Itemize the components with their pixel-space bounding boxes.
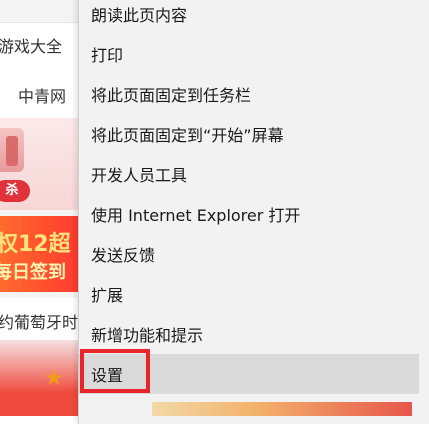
- menu-item-send-feedback[interactable]: 发送反馈: [79, 234, 419, 274]
- menu-item-label: 发送反馈: [91, 246, 156, 265]
- news-row[interactable]: 约葡萄牙时: [0, 298, 80, 340]
- games-link[interactable]: 游戏大全: [0, 33, 62, 57]
- menu-item-label: 新增功能和提示: [91, 326, 204, 345]
- menu-item-label: 开发人员工具: [91, 166, 188, 185]
- bottom-promo: [0, 340, 80, 416]
- banner-subline: 每日签到: [0, 262, 66, 283]
- menu-item-label: 使用 Internet Explorer 打开: [91, 206, 301, 225]
- menu-item-pin-taskbar[interactable]: 将此页面固定到任务栏: [79, 74, 419, 114]
- background-nav-row: 游戏大全: [0, 22, 80, 64]
- menu-item-label: 将此页面固定到任务栏: [91, 86, 252, 105]
- menu-item-label: 设置: [91, 366, 124, 385]
- promo-badge: 杀: [0, 180, 30, 202]
- background-page-peek: [152, 402, 412, 416]
- news-link[interactable]: 中青网: [18, 83, 66, 107]
- news-headline[interactable]: 约葡萄牙时: [0, 309, 78, 333]
- menu-item-label: 将此页面固定到“开始”屏幕: [91, 126, 284, 145]
- star-icon: ★: [44, 366, 64, 391]
- menu-item-label: 扩展: [91, 286, 124, 305]
- menu-item-read-aloud[interactable]: 朗读此页内容: [79, 0, 419, 34]
- menu-item-whats-new[interactable]: 新增功能和提示: [79, 314, 419, 354]
- background-links-row: 中青网: [0, 63, 80, 118]
- menu-item-label: 打印: [91, 46, 124, 65]
- menu-item-label: 朗读此页内容: [91, 6, 188, 25]
- menu-item-print[interactable]: 打印: [79, 34, 419, 74]
- context-menu: 朗读此页内容 打印 将此页面固定到任务栏 将此页面固定到“开始”屏幕 开发人员工…: [78, 0, 429, 424]
- banner-headline: 权12超: [0, 232, 71, 257]
- menu-item-pin-start[interactable]: 将此页面固定到“开始”屏幕: [79, 114, 419, 154]
- background-webpage: 游戏大全 中青网 杀 权12超 每日签到 约葡萄牙时 ★: [0, 0, 80, 416]
- menu-item-dev-tools[interactable]: 开发人员工具: [79, 154, 419, 194]
- promo-image-detail: [6, 136, 18, 166]
- menu-item-extensions[interactable]: 扩展: [79, 274, 419, 314]
- menu-item-open-ie[interactable]: 使用 Internet Explorer 打开: [79, 194, 419, 234]
- menu-item-settings[interactable]: 设置: [79, 354, 419, 394]
